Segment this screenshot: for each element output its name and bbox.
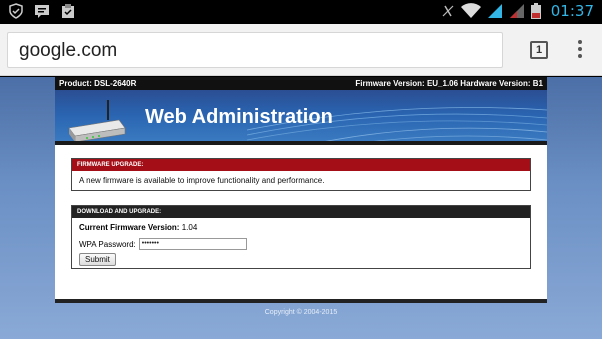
- status-bar: 01:37: [0, 0, 602, 24]
- notification-icons: [8, 3, 76, 19]
- panel-footer-bar: [55, 299, 547, 303]
- url-text[interactable]: google.com: [19, 40, 117, 62]
- chat-icon: [35, 5, 49, 18]
- shield-icon: [9, 3, 23, 19]
- current-firmware-value: 1.04: [181, 223, 198, 232]
- current-firmware-label: Current Firmware Version:: [79, 223, 180, 232]
- current-firmware-line: Current Firmware Version: 1.04: [72, 218, 530, 234]
- version-info: Firmware Version: EU_1.06 Hardware Versi…: [355, 79, 543, 88]
- password-input[interactable]: •••••••: [138, 238, 247, 250]
- banner: Web Administration: [55, 90, 547, 145]
- password-row: WPA Password: •••••••: [72, 234, 530, 250]
- firmware-upgrade-message: A new firmware is available to improve f…: [79, 176, 325, 185]
- mute-icon: [442, 5, 454, 17]
- overflow-menu-icon[interactable]: [574, 40, 586, 62]
- product-bar: Product: DSL-2640R Firmware Version: EU_…: [55, 77, 547, 90]
- clipboard-icon: [62, 4, 74, 18]
- download-upgrade-heading: DOWNLOAD AND UPGRADE:: [72, 206, 530, 218]
- banner-title: Web Administration: [145, 106, 333, 128]
- browser-toolbar: google.com 1: [0, 24, 602, 76]
- product-label: Product: DSL-2640R: [59, 79, 137, 88]
- system-icons: 01:37: [441, 2, 594, 20]
- router-admin-panel: Product: DSL-2640R Firmware Version: EU_…: [55, 77, 547, 303]
- signal-icon: [487, 4, 502, 18]
- router-icon: [68, 100, 126, 141]
- wifi-icon: [460, 3, 481, 18]
- signal-icon: [509, 4, 524, 18]
- download-upgrade-box: DOWNLOAD AND UPGRADE: Current Firmware V…: [71, 205, 531, 269]
- password-label: WPA Password:: [79, 239, 136, 249]
- firmware-upgrade-box: FIRMWARE UPGRADE: A new firmware is avai…: [71, 158, 531, 191]
- page-viewport: Product: DSL-2640R Firmware Version: EU_…: [0, 77, 602, 339]
- battery-icon: [530, 3, 541, 19]
- firmware-upgrade-heading: FIRMWARE UPGRADE:: [72, 159, 530, 171]
- copyright-text: Copyright © 2004-2015: [264, 309, 338, 316]
- clock: 01:37: [550, 2, 594, 20]
- tab-switcher-button[interactable]: 1: [530, 41, 548, 59]
- submit-button[interactable]: Submit: [79, 253, 116, 266]
- address-bar[interactable]: google.com: [7, 32, 503, 68]
